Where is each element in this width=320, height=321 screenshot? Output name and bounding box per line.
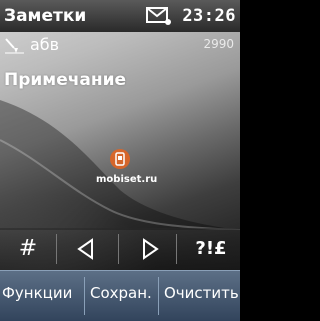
cursor-left-button[interactable]: [66, 228, 106, 270]
edit-toolbar: # ?!£: [0, 228, 240, 270]
clock: 23:26: [182, 6, 236, 26]
input-mode-row: абв 2990: [0, 34, 240, 56]
pen-icon: [5, 38, 24, 54]
hash-key-button[interactable]: #: [10, 228, 46, 270]
toolbar-divider: [118, 234, 119, 264]
triangle-left-icon: [77, 238, 93, 260]
envelope-icon: [146, 7, 171, 25]
toolbar-divider: [56, 234, 57, 264]
note-text[interactable]: Примечание: [4, 70, 126, 90]
app-title: Заметки: [4, 6, 87, 26]
triangle-right-icon: [143, 238, 159, 260]
watermark-text: mobiset.ru: [96, 174, 158, 185]
softkey-divider: [84, 277, 85, 315]
cursor-right-button[interactable]: [128, 228, 172, 270]
options-softkey[interactable]: Функции: [2, 284, 72, 302]
save-softkey[interactable]: Сохран.: [90, 284, 152, 302]
softkey-divider: [158, 277, 159, 315]
toolbar-divider: [176, 234, 177, 264]
clear-softkey[interactable]: Очистить: [164, 284, 239, 302]
char-counter: 2990: [203, 37, 234, 51]
input-mode-label: абв: [30, 35, 60, 54]
screen: Заметки 23:26 абв 2990 Примечание mobise…: [0, 0, 240, 321]
phone-logo-icon: [110, 149, 130, 169]
symbols-button[interactable]: ?!£: [182, 228, 240, 270]
softkey-bar: Функции Сохран. Очистить: [0, 270, 240, 321]
status-bar: Заметки 23:26: [0, 0, 240, 32]
